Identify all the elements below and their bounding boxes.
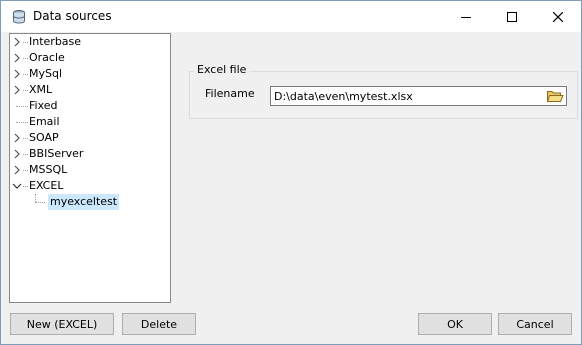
maximize-button[interactable] [489,1,535,32]
delete-button-label: Delete [140,317,178,331]
filename-input[interactable]: D:\data\even\mytest.xlsx [270,86,567,106]
folder-open-icon[interactable] [546,88,564,104]
ok-button-label: OK [447,317,463,331]
chevron-right-icon[interactable] [12,37,22,47]
tree-item-label: BBIServer [29,147,84,160]
database-icon [11,9,27,25]
chevron-right-icon[interactable] [12,53,22,63]
ok-button[interactable]: OK [418,313,492,335]
window-title: Data sources [33,9,112,23]
tree-item-label: Fixed [29,99,58,112]
excel-file-legend: Excel file [194,63,250,76]
tree-item-label: XML [29,83,53,96]
title-bar: Data sources [1,1,581,32]
data-sources-window: Data sources Interbase Oracle MySql XML … [0,0,582,345]
tree-connector [35,202,45,203]
minimize-icon [461,16,471,18]
tree-item-label: Oracle [29,51,65,64]
tree-item-label: Interbase [29,35,82,48]
tree-item-label: MySql [29,67,63,80]
chevron-right-icon[interactable] [12,165,22,175]
close-icon [553,11,563,22]
filename-label: Filename [205,87,255,100]
tree-item-label: SOAP [29,131,59,144]
tree-connector [35,194,36,202]
cancel-button-label: Cancel [516,317,554,331]
delete-button[interactable]: Delete [122,313,196,335]
filename-value: D:\data\even\mytest.xlsx [274,90,413,103]
new-excel-button-label: New (EXCEL) [26,317,98,331]
chevron-right-icon[interactable] [12,85,22,95]
tree-child-label: myexceltest [48,194,120,210]
data-source-tree[interactable]: Interbase Oracle MySql XML Fixed Email S… [9,33,171,303]
chevron-right-icon[interactable] [12,69,22,79]
chevron-down-icon[interactable] [12,181,22,191]
tree-item-label: Email [29,115,60,128]
cancel-button[interactable]: Cancel [498,313,572,335]
minimize-button[interactable] [443,1,489,32]
tree-item-label: EXCEL [29,179,64,192]
new-excel-button[interactable]: New (EXCEL) [10,313,114,335]
maximize-icon [507,11,517,22]
chevron-right-icon[interactable] [12,133,22,143]
chevron-right-icon[interactable] [12,149,22,159]
close-button[interactable] [535,1,581,32]
tree-item-label: MSSQL [29,163,68,176]
